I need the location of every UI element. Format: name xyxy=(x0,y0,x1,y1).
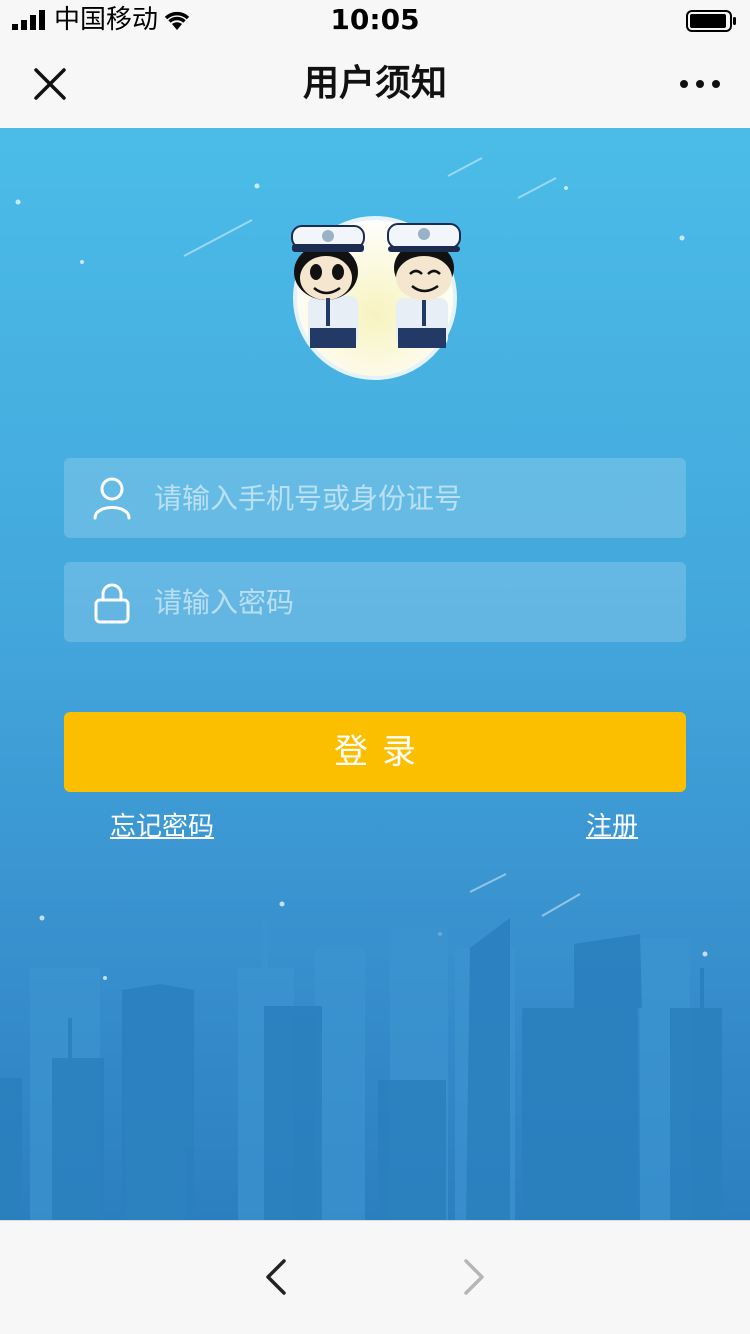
nav-bar: 用户须知 xyxy=(0,40,750,128)
chevron-right-icon[interactable] xyxy=(456,1257,490,1297)
status-bar: 中国移动 10:05 xyxy=(0,0,750,40)
login-button[interactable]: 登录 xyxy=(64,712,686,792)
forgot-password-link[interactable]: 忘记密码 xyxy=(110,810,214,844)
chevron-left-icon[interactable] xyxy=(258,1257,292,1297)
register-link[interactable]: 注册 xyxy=(586,810,638,844)
clock: 10:05 xyxy=(330,3,420,36)
more-icon[interactable] xyxy=(676,70,724,98)
password-input[interactable] xyxy=(154,562,664,642)
user-icon xyxy=(93,477,131,520)
account-input[interactable] xyxy=(154,458,664,538)
password-field[interactable] xyxy=(64,562,686,642)
account-field[interactable] xyxy=(64,458,686,538)
page-title: 用户须知 xyxy=(302,63,447,104)
bottom-toolbar xyxy=(0,1220,750,1334)
battery-icon xyxy=(686,10,736,32)
login-panel: 登录 忘记密码 注册 xyxy=(0,128,750,1220)
police-mascot-logo xyxy=(291,216,461,380)
lock-icon xyxy=(94,583,130,624)
